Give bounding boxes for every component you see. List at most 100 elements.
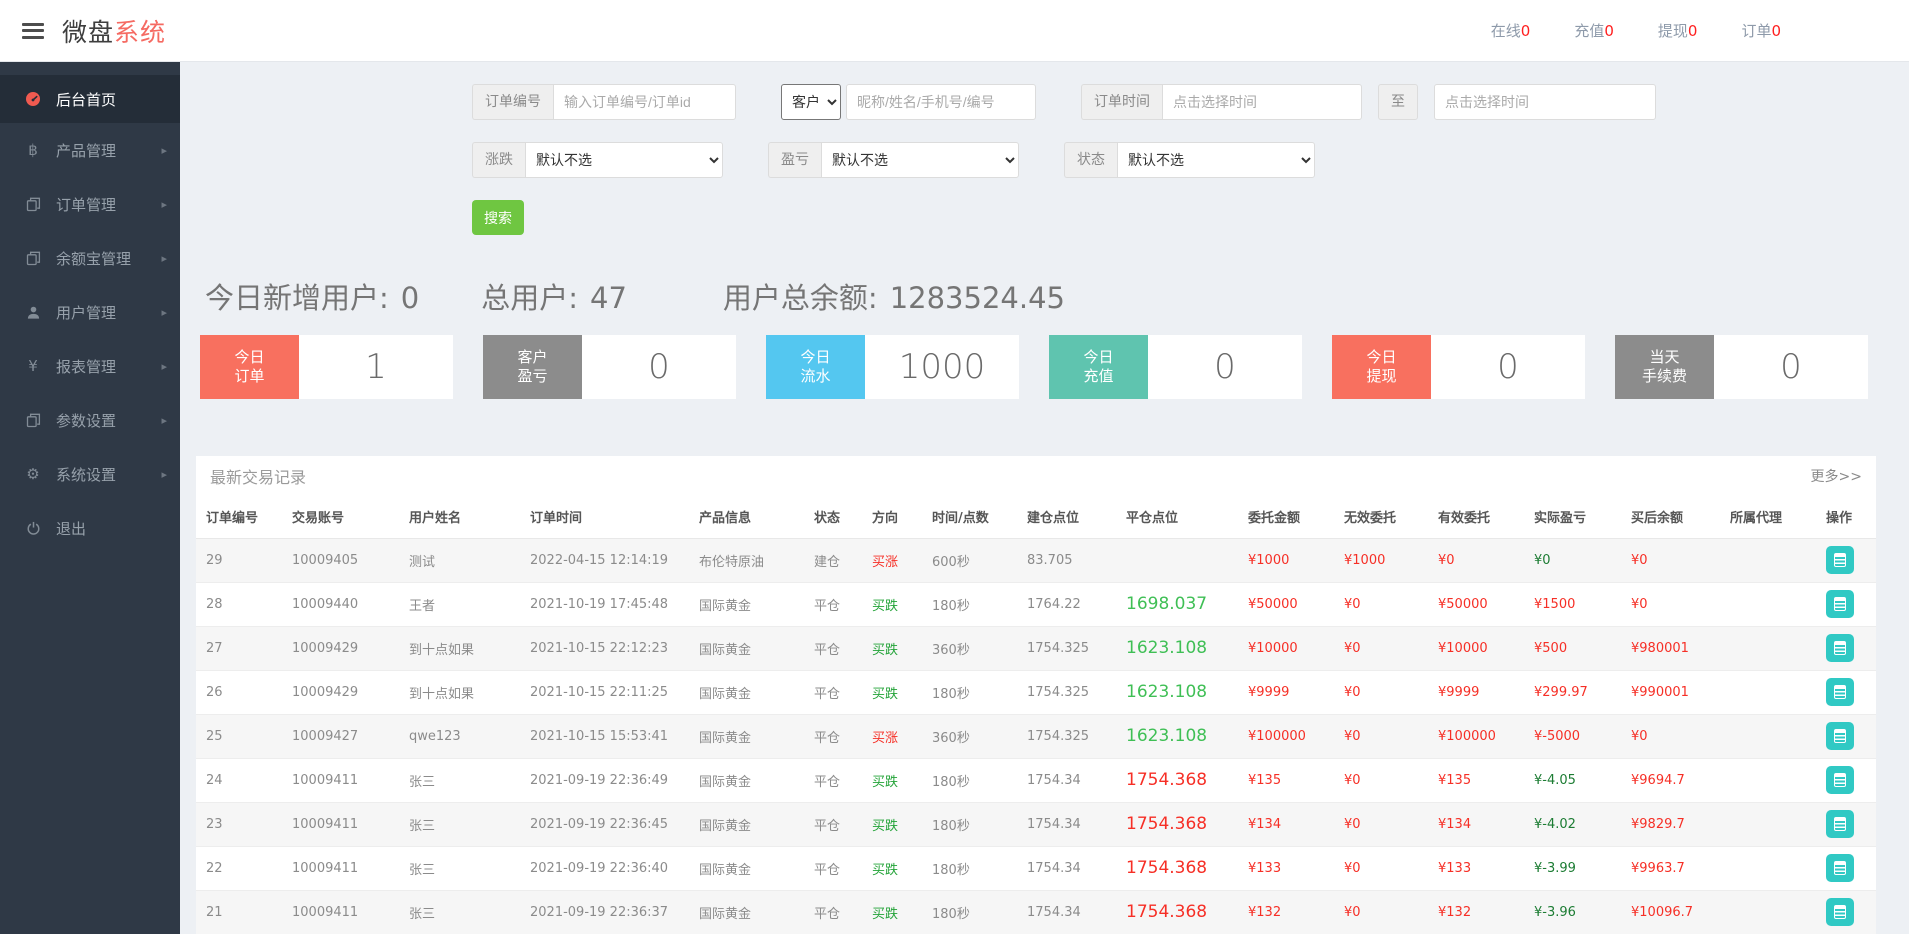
updown-select[interactable]: 默认不选	[525, 142, 723, 178]
list-icon	[1834, 553, 1846, 567]
profit-select[interactable]: 默认不选	[821, 142, 1019, 178]
cell-order-no: 29	[206, 553, 223, 568]
sidebar-item-products[interactable]: ฿ 产品管理 ▸	[0, 123, 180, 177]
cell-profit: ¥299.97	[1534, 685, 1588, 700]
cell-profit: ¥-3.99	[1534, 861, 1576, 876]
sidebar-item-system[interactable]: ⚙ 系统设置 ▸	[0, 447, 180, 501]
sidebar-item-orders[interactable]: 订单管理 ▸	[0, 177, 180, 231]
sidebar-item-logout[interactable]: 退出	[0, 501, 180, 555]
column-header: 用户姓名	[409, 496, 530, 538]
table-row: 2910009405测试2022-04-15 12:14:19布伦特原油建仓买涨…	[196, 538, 1876, 582]
status-select[interactable]: 默认不选	[1117, 142, 1315, 178]
order-time-label: 订单时间	[1081, 84, 1162, 120]
power-icon	[22, 521, 44, 536]
row-detail-button[interactable]	[1826, 898, 1854, 926]
search-button[interactable]: 搜索	[472, 200, 524, 235]
sidebar-item-label: 报表管理	[56, 356, 116, 377]
cell-amount: ¥134	[1248, 817, 1281, 832]
cell-username: 王者	[409, 599, 435, 614]
cell-valid-amount: ¥100000	[1438, 729, 1496, 744]
copy-icon	[22, 251, 44, 266]
time-end-input[interactable]	[1434, 84, 1656, 120]
column-header: 订单时间	[530, 496, 699, 538]
cell-account: 10009411	[292, 861, 358, 876]
recharge-count: 0	[1604, 22, 1614, 40]
cell-open-point: 1754.325	[1027, 729, 1089, 744]
cell-open-point: 1754.325	[1027, 685, 1089, 700]
cell-order-time: 2021-09-19 22:36:37	[530, 905, 668, 920]
cell-username: 张三	[409, 775, 435, 790]
top-bar: 微盘系统 在线0 充值0 提现0 订单0	[0, 0, 1909, 62]
row-detail-button[interactable]	[1826, 634, 1854, 662]
cell-open-point: 1754.34	[1027, 861, 1081, 876]
list-icon	[1834, 817, 1846, 831]
sidebar-item-label: 后台首页	[56, 89, 116, 110]
row-detail-button[interactable]	[1826, 546, 1854, 574]
list-icon	[1834, 905, 1846, 919]
card-today-withdraw: 今日提现 0	[1332, 335, 1585, 399]
row-detail-button[interactable]	[1826, 722, 1854, 750]
cell-product: 国际黄金	[699, 599, 751, 614]
cell-invalid-amount: ¥0	[1344, 597, 1361, 612]
cell-direction: 买跌	[872, 863, 898, 878]
row-detail-button[interactable]	[1826, 810, 1854, 838]
cell-balance-after: ¥980001	[1631, 641, 1689, 656]
row-detail-button[interactable]	[1826, 854, 1854, 882]
chevron-right-icon: ▸	[161, 252, 167, 265]
cell-product: 国际黄金	[699, 731, 751, 746]
customer-input[interactable]	[846, 84, 1036, 120]
cell-valid-amount: ¥133	[1438, 861, 1471, 876]
sidebar-item-parameters[interactable]: 参数设置 ▸	[0, 393, 180, 447]
cell-valid-amount: ¥134	[1438, 817, 1471, 832]
stat-cards: 今日订单 1 客户盈亏 0 今日流水 1000 今日充值 0 今日提现 0 当天…	[200, 335, 1909, 399]
brand-name-red: 系统	[114, 18, 166, 47]
cell-account: 10009405	[292, 553, 358, 568]
sidebar-item-users[interactable]: 用户管理 ▸	[0, 285, 180, 339]
cell-status: 平仓	[814, 819, 840, 834]
sidebar-item-label: 产品管理	[56, 140, 116, 161]
profit-filter: 盈亏 默认不选	[768, 142, 1019, 178]
hamburger-menu-icon[interactable]	[22, 19, 44, 42]
cell-amount: ¥135	[1248, 773, 1281, 788]
cell-profit: ¥-4.05	[1534, 773, 1576, 788]
cell-profit: ¥-4.02	[1534, 817, 1576, 832]
recharge-count-link[interactable]: 充值0	[1574, 20, 1614, 41]
cell-duration: 180秒	[932, 599, 970, 614]
cell-invalid-amount: ¥0	[1344, 817, 1361, 832]
total-users-label: 总用户:	[481, 275, 578, 317]
sidebar-item-yuebao[interactable]: 余额宝管理 ▸	[0, 231, 180, 285]
sidebar-item-dashboard[interactable]: 后台首页	[0, 75, 180, 123]
cell-direction: 买涨	[872, 731, 898, 746]
order-no-input[interactable]	[553, 84, 736, 120]
customer-type-select[interactable]: 客户	[781, 84, 841, 120]
status-filter: 状态 默认不选	[1064, 142, 1315, 178]
cell-open-point: 1754.34	[1027, 905, 1081, 920]
cell-duration: 360秒	[932, 731, 970, 746]
sidebar-item-label: 用户管理	[56, 302, 116, 323]
order-count: 0	[1771, 22, 1781, 40]
cell-close-point: 1623.108	[1126, 682, 1207, 702]
row-detail-button[interactable]	[1826, 590, 1854, 618]
order-count-link[interactable]: 订单0	[1741, 20, 1781, 41]
to-label: 至	[1378, 84, 1418, 120]
cell-account: 10009411	[292, 817, 358, 832]
withdraw-count: 0	[1688, 22, 1698, 40]
gears-icon: ⚙	[22, 465, 44, 483]
column-header: 状态	[814, 496, 872, 538]
list-icon	[1834, 729, 1846, 743]
cell-order-time: 2021-10-15 22:11:25	[530, 685, 668, 700]
card-today-flow: 今日流水 1000	[766, 335, 1019, 399]
online-count-link[interactable]: 在线0	[1491, 20, 1531, 41]
cell-close-point: 1754.368	[1126, 814, 1207, 834]
new-users-value: 0	[401, 281, 419, 315]
cell-product: 布伦特原油	[699, 555, 764, 570]
more-link[interactable]: 更多>>	[1811, 466, 1862, 486]
sidebar-item-reports[interactable]: ¥ 报表管理 ▸	[0, 339, 180, 393]
withdraw-count-link[interactable]: 提现0	[1658, 20, 1698, 41]
cell-username: 到十点如果	[409, 687, 474, 702]
cell-invalid-amount: ¥1000	[1344, 553, 1385, 568]
total-balance-value: 1283524.45	[890, 281, 1065, 315]
row-detail-button[interactable]	[1826, 678, 1854, 706]
row-detail-button[interactable]	[1826, 766, 1854, 794]
time-start-input[interactable]	[1162, 84, 1362, 120]
